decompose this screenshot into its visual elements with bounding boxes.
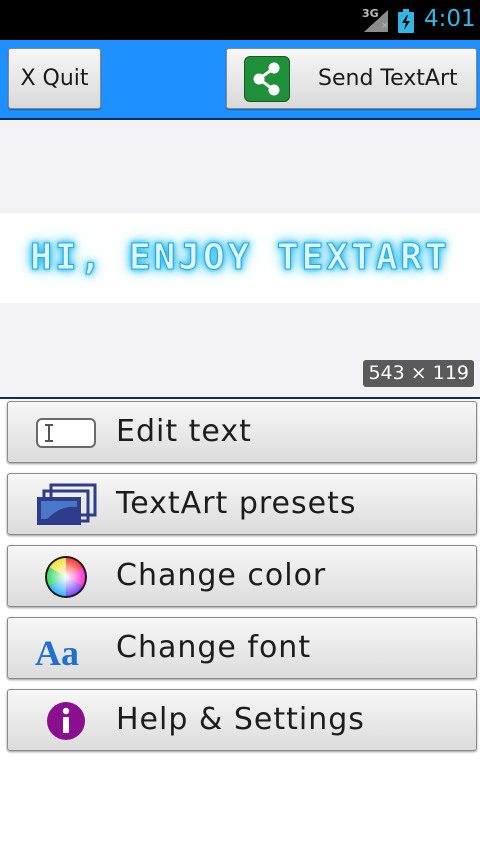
share-icon [244,56,290,102]
textart-presets-button[interactable]: TextArt presets [7,473,477,535]
help-settings-button[interactable]: Help & Settings [7,689,477,751]
clock: 4:01 [424,6,476,32]
stacked-layers-icon [37,483,97,525]
menu-item-label: TextArt presets [116,486,357,521]
menu-item-label: Edit text [116,414,252,449]
textart-preview[interactable]: HI, ENJOY TEXTART 543 × 119 [0,120,480,399]
color-wheel-icon [45,556,87,598]
text-field-icon [36,418,96,448]
textart-text: HI, ENJOY TEXTART [30,237,450,279]
quit-button[interactable]: X Quit [8,48,101,109]
no-signal-x: × [381,21,389,31]
font-aa-icon: Aa [35,633,79,671]
change-font-button[interactable]: Aa Change font [7,617,477,679]
menu-item-label: Help & Settings [116,702,365,737]
status-bar: 3G × 4:01 [0,0,480,40]
top-toolbar: X Quit Send TextArt [0,40,480,120]
send-textart-button[interactable]: Send TextArt [226,48,477,109]
textart-image: HI, ENJOY TEXTART [0,213,480,303]
info-icon [47,702,85,740]
change-color-button[interactable]: Change color [7,545,477,607]
svg-text:Aa: Aa [35,633,79,671]
edit-text-button[interactable]: Edit text [7,401,477,463]
menu-item-label: Change font [116,630,312,665]
send-textart-label: Send TextArt [318,66,458,91]
battery-charging-icon [398,9,414,33]
menu-item-label: Change color [116,558,327,593]
network-type: 3G [362,7,379,20]
image-dimensions-badge: 543 × 119 [363,360,474,387]
